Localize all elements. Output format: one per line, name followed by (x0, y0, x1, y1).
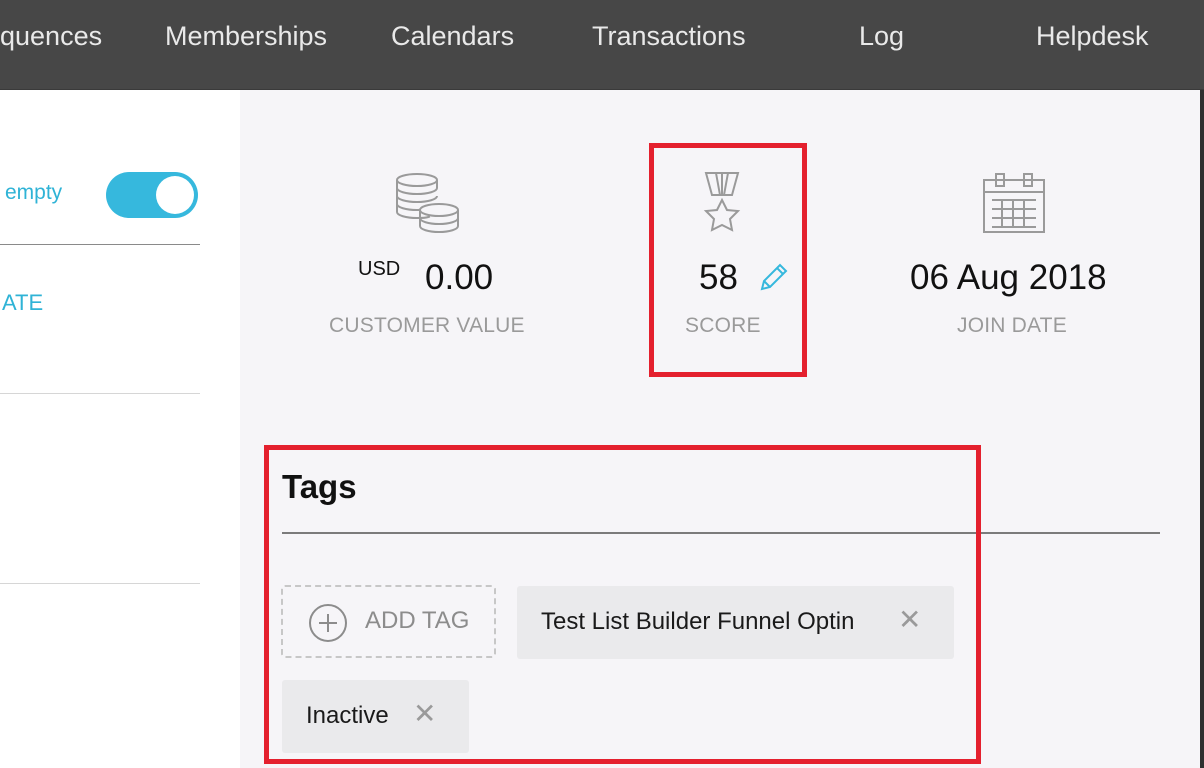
customer-value-amount: 0.00 (425, 258, 494, 297)
nav-item-memberships[interactable]: Memberships (165, 18, 327, 54)
customer-value-label: CUSTOMER VALUE (329, 314, 525, 337)
nav-item-calendars[interactable]: Calendars (391, 18, 514, 54)
toggle-knob[interactable] (156, 176, 194, 214)
nav-item-log[interactable]: Log (859, 18, 904, 54)
join-date-label: JOIN DATE (957, 314, 1067, 337)
toggle-label: empty (5, 181, 63, 204)
panel-edge (1200, 90, 1204, 768)
update-link[interactable]: ATE (2, 290, 43, 316)
empty-toggle-switch[interactable] (106, 172, 198, 218)
score-highlight-box (649, 143, 807, 377)
divider (0, 393, 200, 394)
currency-code: USD (358, 258, 401, 280)
calendar-icon (983, 173, 1045, 233)
coins-icon (396, 173, 459, 234)
nav-item-helpdesk[interactable]: Helpdesk (1036, 18, 1149, 54)
tags-highlight-box (264, 445, 981, 764)
join-date-value: 06 Aug 2018 (910, 258, 1107, 297)
top-navigation-bar: quences Memberships Calendars Transactio… (0, 0, 1204, 90)
divider (0, 244, 200, 245)
divider (0, 583, 200, 584)
nav-item-sequences[interactable]: quences (0, 18, 102, 54)
nav-item-transactions[interactable]: Transactions (592, 18, 746, 54)
